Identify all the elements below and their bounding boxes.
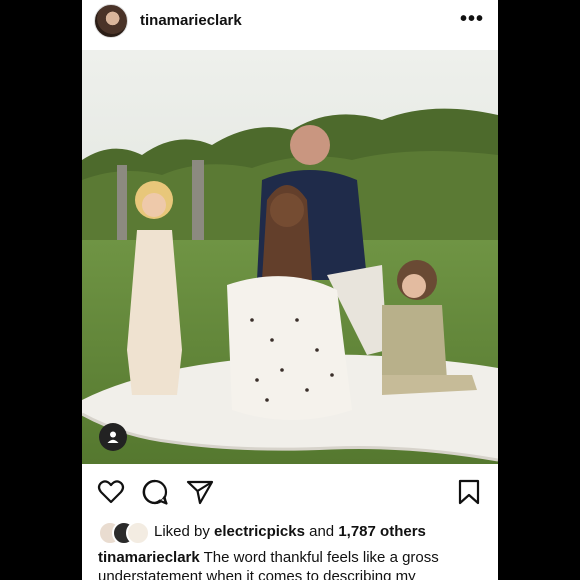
heart-icon[interactable] [96,476,126,508]
likes-row: Liked by electricpicks and 1,787 others [98,518,488,545]
likes-others[interactable]: 1,787 others [338,523,426,540]
user-tag-icon[interactable] [99,423,127,451]
likes-summary[interactable]: Liked by electricpicks and 1,787 others [154,523,426,540]
bookmark-icon[interactable] [454,476,484,508]
likes-prefix: Liked by [154,522,210,540]
more-dots-icon[interactable]: ••• [460,8,484,31]
avatar[interactable] [94,4,128,38]
likes-and: and [309,522,335,540]
instagram-post: tinamarieclark ••• Liked by electricpick… [82,0,498,580]
liker-username[interactable]: electricpicks [214,523,305,540]
post-photo[interactable] [82,50,498,464]
comment-bubble-icon[interactable] [140,476,170,508]
family-photo [82,50,498,464]
post-username[interactable]: tinamarieclark [140,12,242,29]
post-caption: tinamarieclark The word thankful feels l… [98,548,484,580]
post-actions [82,476,498,510]
liker-avatars[interactable] [98,519,152,545]
caption-username[interactable]: tinamarieclark [98,549,200,566]
liker-avatar [126,521,150,545]
post-header: tinamarieclark ••• [82,0,498,46]
send-icon[interactable] [185,476,215,508]
